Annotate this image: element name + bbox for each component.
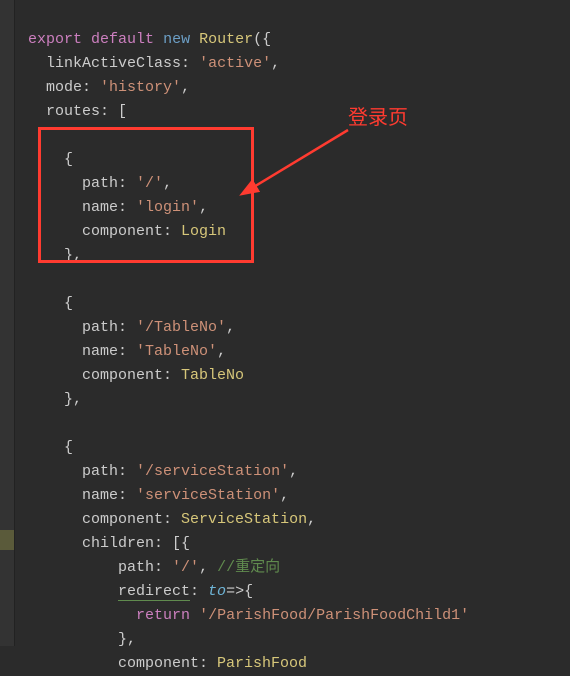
key-routes: routes (46, 103, 100, 120)
brace-close: }, (64, 247, 82, 264)
str-login: 'login' (136, 199, 199, 216)
key-children: children (82, 535, 154, 552)
punc: : (118, 199, 136, 216)
brace-close: }, (64, 391, 82, 408)
str-servicestation-name: 'serviceStation' (136, 487, 280, 504)
key-mode: mode (46, 79, 82, 96)
punc: => (226, 583, 244, 600)
key-name: name (82, 487, 118, 504)
class-login: Login (181, 223, 226, 240)
key-path: path (82, 463, 118, 480)
punc: , (307, 511, 316, 528)
key-path: path (118, 559, 154, 576)
punc: , (217, 343, 226, 360)
key-redirect: redirect (118, 583, 190, 601)
str-parishfood-path: '/ParishFood/ParishFoodChild1' (199, 607, 469, 624)
str-child-root: '/' (172, 559, 199, 576)
punc: : (118, 463, 136, 480)
comment-redirect: //重定向 (217, 559, 280, 576)
kw-new: new (163, 31, 190, 48)
annotation-label: 登录页 (348, 106, 408, 130)
punc: : (163, 511, 181, 528)
kw-default: default (91, 31, 154, 48)
key-path: path (82, 175, 118, 192)
brace-close: }, (118, 631, 136, 648)
punc: [{ (172, 535, 190, 552)
punc: , (181, 79, 190, 96)
key-component: component (82, 223, 163, 240)
str-servicestation-path: '/serviceStation' (136, 463, 289, 480)
brace-open: { (64, 439, 73, 456)
key-component: component (82, 511, 163, 528)
punc: : (163, 223, 181, 240)
punc: ({ (253, 31, 271, 48)
punc: , (271, 55, 280, 72)
punc: : (163, 367, 181, 384)
str-active: 'active' (199, 55, 271, 72)
str-history: 'history' (100, 79, 181, 96)
punc: : (118, 343, 136, 360)
punc: , (226, 319, 235, 336)
punc: , (163, 175, 172, 192)
key-component: component (82, 367, 163, 384)
brace-open: { (64, 295, 73, 312)
punc: : (100, 103, 118, 120)
code-area[interactable]: export default new Router({ linkActiveCl… (0, 0, 570, 676)
str-root: '/' (136, 175, 163, 192)
punc: : (199, 655, 217, 672)
punc: : (154, 559, 172, 576)
key-component: component (118, 655, 199, 672)
punc: : (118, 487, 136, 504)
key-name: name (82, 199, 118, 216)
punc: { (244, 583, 253, 600)
class-tableno: TableNo (181, 367, 244, 384)
punc: , (280, 487, 289, 504)
kw-export: export (28, 31, 82, 48)
punc: , (289, 463, 298, 480)
class-router: Router (199, 31, 253, 48)
key-name: name (82, 343, 118, 360)
brace-open: { (64, 151, 73, 168)
punc: : (181, 55, 199, 72)
punc: [ (118, 103, 127, 120)
punc: : (118, 175, 136, 192)
punc: : (154, 535, 172, 552)
str-tableno-path: '/TableNo' (136, 319, 226, 336)
param-to: to (208, 583, 226, 600)
punc: , (199, 199, 208, 216)
punc: : (118, 319, 136, 336)
key-path: path (82, 319, 118, 336)
punc: , (199, 559, 217, 576)
class-parishfood: ParishFood (217, 655, 307, 672)
punc: : (190, 583, 208, 600)
kw-return: return (136, 607, 190, 624)
punc: : (82, 79, 100, 96)
key-linkActiveClass: linkActiveClass (46, 55, 181, 72)
str-tableno-name: 'TableNo' (136, 343, 217, 360)
class-servicestation: ServiceStation (181, 511, 307, 528)
